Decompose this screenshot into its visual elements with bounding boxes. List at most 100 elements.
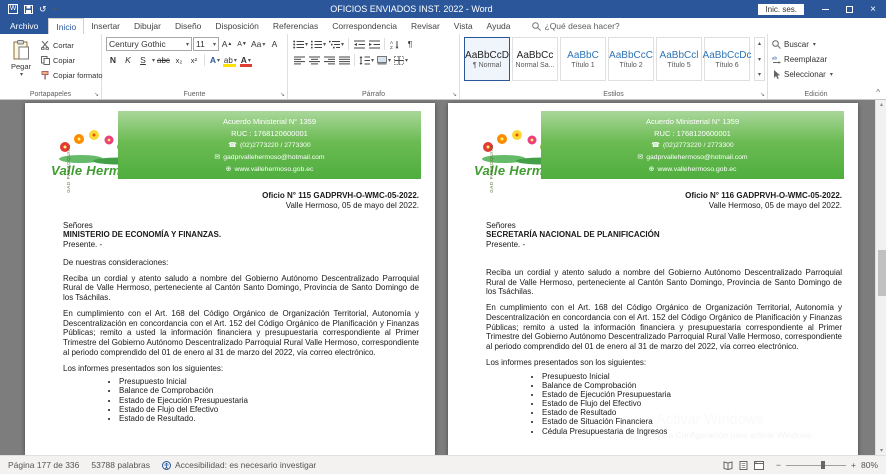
tab-correspondencia[interactable]: Correspondencia <box>325 18 404 34</box>
clipboard-group: Pegar ▾ Cortar Copiar Copiar formato <box>0 34 102 99</box>
shrink-font-button[interactable]: A▼ <box>235 37 249 51</box>
save-icon[interactable] <box>24 5 33 14</box>
letter-body[interactable]: Oficio N° 115 GADPRVH-O-WMC-05-2022. Val… <box>63 191 419 423</box>
chevron-down-icon: ▾ <box>813 41 816 48</box>
borders-icon <box>394 56 404 65</box>
tab-ayuda[interactable]: Ayuda <box>480 18 518 34</box>
ribbon-tab-bar: Archivo Inicio Insertar Dibujar Diseño D… <box>0 18 886 34</box>
bullet-list-button[interactable]: ▾ <box>292 37 309 51</box>
minimize-button[interactable] <box>814 0 836 18</box>
zoom-in-icon[interactable]: + <box>851 460 856 470</box>
underline-button[interactable]: S <box>136 53 150 67</box>
letter-body[interactable]: Oficio N° 116 GADPRVH-O-WMC-05-2022. Val… <box>486 191 842 436</box>
tab-insertar[interactable]: Insertar <box>84 18 127 34</box>
replace-button[interactable]: ab Reemplazar <box>772 52 860 66</box>
document-page-2[interactable]: Valle Hermoso GAD PARROQUIAL Acuerdo Min… <box>448 103 858 455</box>
read-mode-icon[interactable] <box>723 461 733 470</box>
align-right-button[interactable] <box>322 53 336 67</box>
document-area[interactable]: Valle Hermoso GAD PARROQUIAL Acuerdo Min… <box>0 100 886 455</box>
decrease-indent-button[interactable] <box>352 37 366 51</box>
style-sin-espaciado[interactable]: AaBbCc Normal Sa... <box>512 37 558 81</box>
tell-me-search[interactable]: ¿Qué desea hacer? <box>532 18 620 34</box>
scroll-down-icon[interactable]: ▾ <box>758 56 761 63</box>
word-count[interactable]: 53788 palabras <box>91 460 150 470</box>
scroll-up-icon[interactable]: ▴ <box>876 101 886 108</box>
tab-disposicion[interactable]: Disposición <box>208 18 265 34</box>
word-app-icon[interactable]: W <box>8 4 18 14</box>
pilcrow-button[interactable]: ¶ <box>403 37 417 51</box>
tab-revisar[interactable]: Revisar <box>404 18 447 34</box>
find-button[interactable]: Buscar ▾ <box>772 37 860 51</box>
grow-font-button[interactable]: A▲ <box>220 37 234 51</box>
zoom-slider-thumb[interactable] <box>821 461 825 469</box>
tab-dibujar[interactable]: Dibujar <box>127 18 168 34</box>
style-titulo-1[interactable]: AaBbC Título 1 <box>560 37 606 81</box>
change-case-button[interactable]: Aa▾ <box>250 37 266 51</box>
copy-button[interactable]: Copiar <box>41 54 103 67</box>
tab-archivo[interactable]: Archivo <box>0 18 48 34</box>
italic-button[interactable]: K <box>121 53 135 67</box>
superscript-button[interactable]: x² <box>187 53 201 67</box>
borders-button[interactable]: ▾ <box>393 53 409 67</box>
justify-button[interactable] <box>337 53 351 67</box>
page-indicator[interactable]: Página 177 de 336 <box>8 460 79 470</box>
line-spacing-button[interactable]: ▾ <box>358 53 375 67</box>
globe-icon: ⊕ <box>226 164 232 176</box>
zoom-slider[interactable] <box>786 465 846 466</box>
text-effects-button[interactable]: A▾ <box>208 53 222 67</box>
style-titulo-2[interactable]: AaBbCcC Título 2 <box>608 37 654 81</box>
strikethrough-button[interactable]: abc <box>156 53 171 67</box>
multilevel-list-button[interactable]: ▾ <box>328 37 345 51</box>
dialog-launcher-icon[interactable]: ↘ <box>94 91 99 98</box>
sign-in-button[interactable]: Inic. ses. <box>758 4 804 15</box>
dialog-launcher-icon[interactable]: ↘ <box>280 91 285 98</box>
tab-diseno[interactable]: Diseño <box>168 18 208 34</box>
tab-inicio[interactable]: Inicio <box>48 18 84 34</box>
clear-formatting-button[interactable]: A <box>267 37 281 51</box>
accessibility-status[interactable]: Accesibilidad: es necesario investigar <box>162 460 316 470</box>
separator <box>384 38 385 50</box>
dialog-launcher-icon[interactable]: ↘ <box>452 91 457 98</box>
align-center-button[interactable] <box>307 53 321 67</box>
document-page-1[interactable]: Valle Hermoso GAD PARROQUIAL Acuerdo Min… <box>25 103 435 455</box>
chevron-down-icon[interactable]: ▾ <box>152 57 155 64</box>
web-layout-icon[interactable] <box>754 461 764 470</box>
font-size-combo[interactable]: 11▾ <box>193 37 219 51</box>
restore-button[interactable] <box>838 0 860 18</box>
tab-vista[interactable]: Vista <box>447 18 480 34</box>
align-left-button[interactable] <box>292 53 306 67</box>
increase-indent-button[interactable] <box>367 37 381 51</box>
gallery-more-icon[interactable]: ▾ <box>758 71 761 78</box>
styles-gallery: AaBbCcD ¶ Normal AaBbCc Normal Sa... AaB… <box>464 37 765 86</box>
bold-button[interactable]: N <box>106 53 120 67</box>
format-painter-button[interactable]: Copiar formato <box>41 69 103 82</box>
cut-button[interactable]: Cortar <box>41 39 103 52</box>
close-button[interactable]: × <box>862 0 884 18</box>
zoom-percentage[interactable]: 80% <box>861 460 878 470</box>
print-layout-icon[interactable] <box>739 461 748 470</box>
numbered-list-button[interactable]: ▾ <box>310 37 327 51</box>
shading-button[interactable]: ▾ <box>376 53 392 67</box>
select-button[interactable]: Seleccionar ▾ <box>772 67 860 81</box>
style-normal[interactable]: AaBbCcD ¶ Normal <box>464 37 510 81</box>
style-titulo-5[interactable]: AaBbCcl Título 5 <box>656 37 702 81</box>
scroll-up-icon[interactable]: ▴ <box>758 40 761 47</box>
qat-dropdown-icon[interactable]: ▾ <box>54 6 57 13</box>
style-titulo-6[interactable]: AaBbCcDc Título 6 <box>704 37 750 81</box>
bullet-item: Cédula Presupuestaria de Ingresos <box>542 427 842 436</box>
dialog-launcher-icon[interactable]: ↘ <box>760 91 765 98</box>
scrollbar-thumb[interactable] <box>878 250 886 296</box>
subscript-button[interactable]: x₂ <box>172 53 186 67</box>
tab-referencias[interactable]: Referencias <box>266 18 325 34</box>
letter-paragraph-2: En cumplimiento con el Art. 168 del Códi… <box>486 303 842 352</box>
undo-icon[interactable]: ↺ <box>39 4 47 15</box>
highlight-button[interactable]: ab▾ <box>223 53 238 67</box>
font-color-button[interactable]: A▾ <box>239 53 253 67</box>
zoom-out-icon[interactable]: − <box>776 460 781 470</box>
collapse-ribbon-icon[interactable]: ^ <box>876 88 880 97</box>
vertical-scrollbar[interactable]: ▴ ▾ <box>875 100 886 455</box>
sort-button[interactable]: AZ <box>388 37 402 51</box>
paste-button[interactable]: Pegar ▾ <box>4 37 38 86</box>
font-name-combo[interactable]: Century Gothic▾ <box>106 37 192 51</box>
scroll-down-icon[interactable]: ▾ <box>876 447 886 454</box>
